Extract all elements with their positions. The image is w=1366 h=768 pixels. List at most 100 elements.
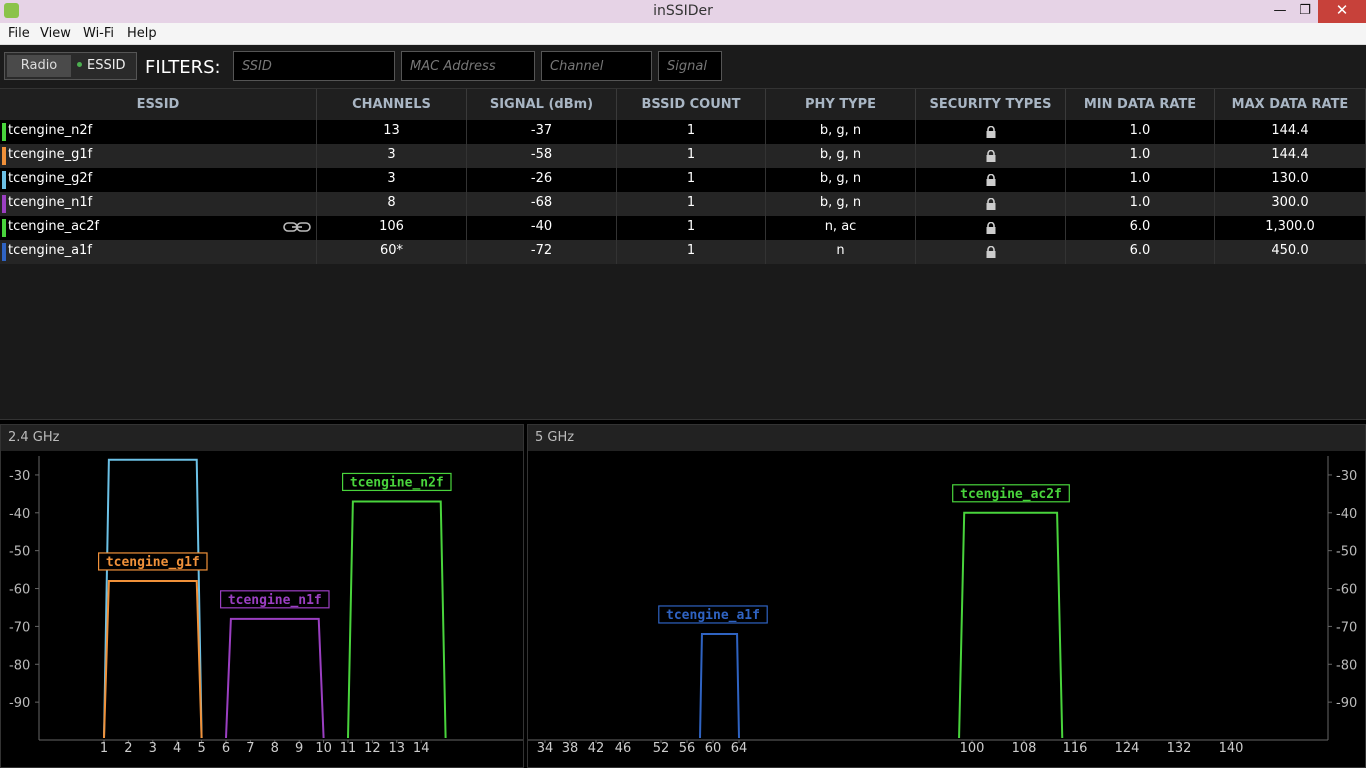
- cell-text: 1.0: [1129, 147, 1151, 162]
- cell-essid: tcengine_ac2f: [0, 216, 317, 240]
- network-color-swatch: [2, 123, 6, 141]
- column-header-min-data-rate[interactable]: MIN DATA RATE: [1066, 89, 1215, 120]
- lock-icon: [986, 198, 995, 210]
- mac-filter-input[interactable]: [401, 51, 535, 81]
- cell-text: -68: [530, 195, 553, 210]
- cell-phy-type: b, g, n: [766, 144, 916, 168]
- cell-essid: tcengine_n1f: [0, 192, 317, 216]
- x-tick-label: 9: [295, 741, 303, 756]
- column-header-essid[interactable]: ESSID: [0, 89, 317, 120]
- cell-text: 1: [686, 219, 696, 234]
- cell-signal: -40: [467, 216, 617, 240]
- y-tick-label: -60: [9, 583, 30, 598]
- cell-phy-type: n: [766, 240, 916, 264]
- y-tick-label: -80: [1336, 658, 1357, 673]
- cell-text: 450.0: [1271, 243, 1309, 258]
- x-tick-label: 1: [100, 741, 108, 756]
- x-tick-label: 3: [149, 741, 157, 756]
- x-tick-label: 38: [562, 741, 579, 756]
- menu-view[interactable]: View: [40, 26, 71, 41]
- table-row[interactable]: tcengine_n1f 8 -68 1 b, g, n 1.0 300.0: [0, 192, 1366, 216]
- cell-bssid-count: 1: [617, 192, 766, 216]
- channel-filter-input[interactable]: [541, 51, 652, 81]
- x-tick-label: 13: [389, 741, 406, 756]
- cell-text: 300.0: [1271, 195, 1309, 210]
- cell-text: tcengine_n2f: [8, 123, 93, 138]
- cell-phy-type: n, ac: [766, 216, 916, 240]
- lock-icon: [986, 126, 995, 138]
- network-color-swatch: [2, 243, 6, 261]
- table-row[interactable]: tcengine_g1f 3 -58 1 b, g, n 1.0 144.4: [0, 144, 1366, 168]
- cell-channels: 3: [317, 168, 467, 192]
- network-signal-curve: [103, 458, 203, 739]
- cell-text: n, ac: [824, 219, 857, 234]
- cell-essid: tcengine_g1f: [0, 144, 317, 168]
- cell-text: 1: [686, 171, 696, 186]
- cell-text: -26: [530, 171, 553, 186]
- signal-filter-input[interactable]: [658, 51, 722, 81]
- network-signal-curve: [699, 632, 740, 739]
- column-header-bssid-count[interactable]: BSSID COUNT: [617, 89, 766, 120]
- x-tick-label: 100: [960, 741, 985, 756]
- network-color-swatch: [2, 219, 6, 237]
- active-dot-icon: [77, 62, 82, 67]
- radio-toggle-button[interactable]: Radio: [7, 55, 71, 77]
- cell-min-data-rate: 6.0: [1066, 240, 1215, 264]
- cell-essid: tcengine_g2f: [0, 168, 317, 192]
- cell-text: 130.0: [1271, 171, 1309, 186]
- table-row[interactable]: tcengine_ac2f 106 -40 1 n, ac 6.0 1,300.0: [0, 216, 1366, 240]
- x-tick-label: 12: [364, 741, 381, 756]
- cell-text: n: [836, 243, 845, 258]
- column-header-channels[interactable]: CHANNELS: [317, 89, 467, 120]
- chart-title-24ghz: 2.4 GHz: [1, 425, 523, 451]
- cell-max-data-rate: 450.0: [1215, 240, 1366, 264]
- x-tick-label: 10: [315, 741, 332, 756]
- column-header-signal[interactable]: SIGNAL (dBm): [467, 89, 617, 120]
- networks-table: ESSID CHANNELS SIGNAL (dBm) BSSID COUNT PHY …: [0, 88, 1366, 420]
- cell-security-types: [916, 240, 1066, 264]
- menu-help[interactable]: Help: [127, 26, 157, 41]
- table-row[interactable]: tcengine_g2f 3 -26 1 b, g, n 1.0 130.0: [0, 168, 1366, 192]
- network-label: tcengine_g1f: [106, 555, 200, 570]
- x-tick-label: 5: [197, 741, 205, 756]
- y-tick-label: -40: [9, 507, 30, 522]
- essid-toggle-button[interactable]: ESSID: [73, 55, 133, 77]
- chart-panel-24ghz: 2.4 GHz -30 -40 -50 -60 -70 -80 -90 1 2 3 4 5 6 7 8 9 10…: [0, 424, 524, 768]
- ssid-filter-input[interactable]: [233, 51, 395, 81]
- cell-text: 1: [686, 243, 696, 258]
- minimize-button[interactable]: —: [1267, 0, 1293, 23]
- table-row[interactable]: tcengine_a1f 60* -72 1 n 6.0 450.0: [0, 240, 1366, 264]
- network-signal-curve: [103, 579, 203, 739]
- x-tick-label: 4: [173, 741, 181, 756]
- x-tick-label: 116: [1063, 741, 1088, 756]
- x-tick-label: 14: [413, 741, 430, 756]
- cell-max-data-rate: 130.0: [1215, 168, 1366, 192]
- y-tick-label: -60: [1336, 583, 1357, 598]
- cell-text: 60*: [379, 243, 404, 258]
- menu-wifi[interactable]: Wi-Fi: [83, 26, 114, 41]
- column-header-phy-type[interactable]: PHY TYPE: [766, 89, 916, 120]
- y-tick-label: -30: [9, 469, 30, 484]
- close-button[interactable]: ✕: [1318, 0, 1366, 23]
- y-tick-label: -80: [9, 658, 30, 673]
- cell-bssid-count: 1: [617, 120, 766, 144]
- table-row[interactable]: tcengine_n2f 13 -37 1 b, g, n 1.0 144.4: [0, 120, 1366, 144]
- network-label: tcengine_n1f: [228, 593, 322, 608]
- column-header-security-types[interactable]: SECURITY TYPES: [916, 89, 1066, 120]
- x-tick-label: 2: [124, 741, 132, 756]
- cell-security-types: [916, 216, 1066, 240]
- cell-text: 3: [387, 147, 396, 162]
- lock-icon: [986, 246, 995, 258]
- network-color-swatch: [2, 171, 6, 189]
- maximize-button[interactable]: ❐: [1292, 0, 1318, 23]
- column-header-max-data-rate[interactable]: MAX DATA RATE: [1215, 89, 1366, 120]
- filter-bar: Radio ESSID FILTERS:: [0, 45, 1366, 88]
- cell-text: tcengine_g2f: [8, 171, 93, 186]
- menu-file[interactable]: File: [8, 26, 30, 41]
- cell-text: 8: [387, 195, 396, 210]
- cell-text: 144.4: [1271, 123, 1309, 138]
- x-tick-label: 34: [537, 741, 554, 756]
- cell-text: tcengine_n1f: [8, 195, 93, 210]
- cell-phy-type: b, g, n: [766, 192, 916, 216]
- cell-max-data-rate: 1,300.0: [1215, 216, 1366, 240]
